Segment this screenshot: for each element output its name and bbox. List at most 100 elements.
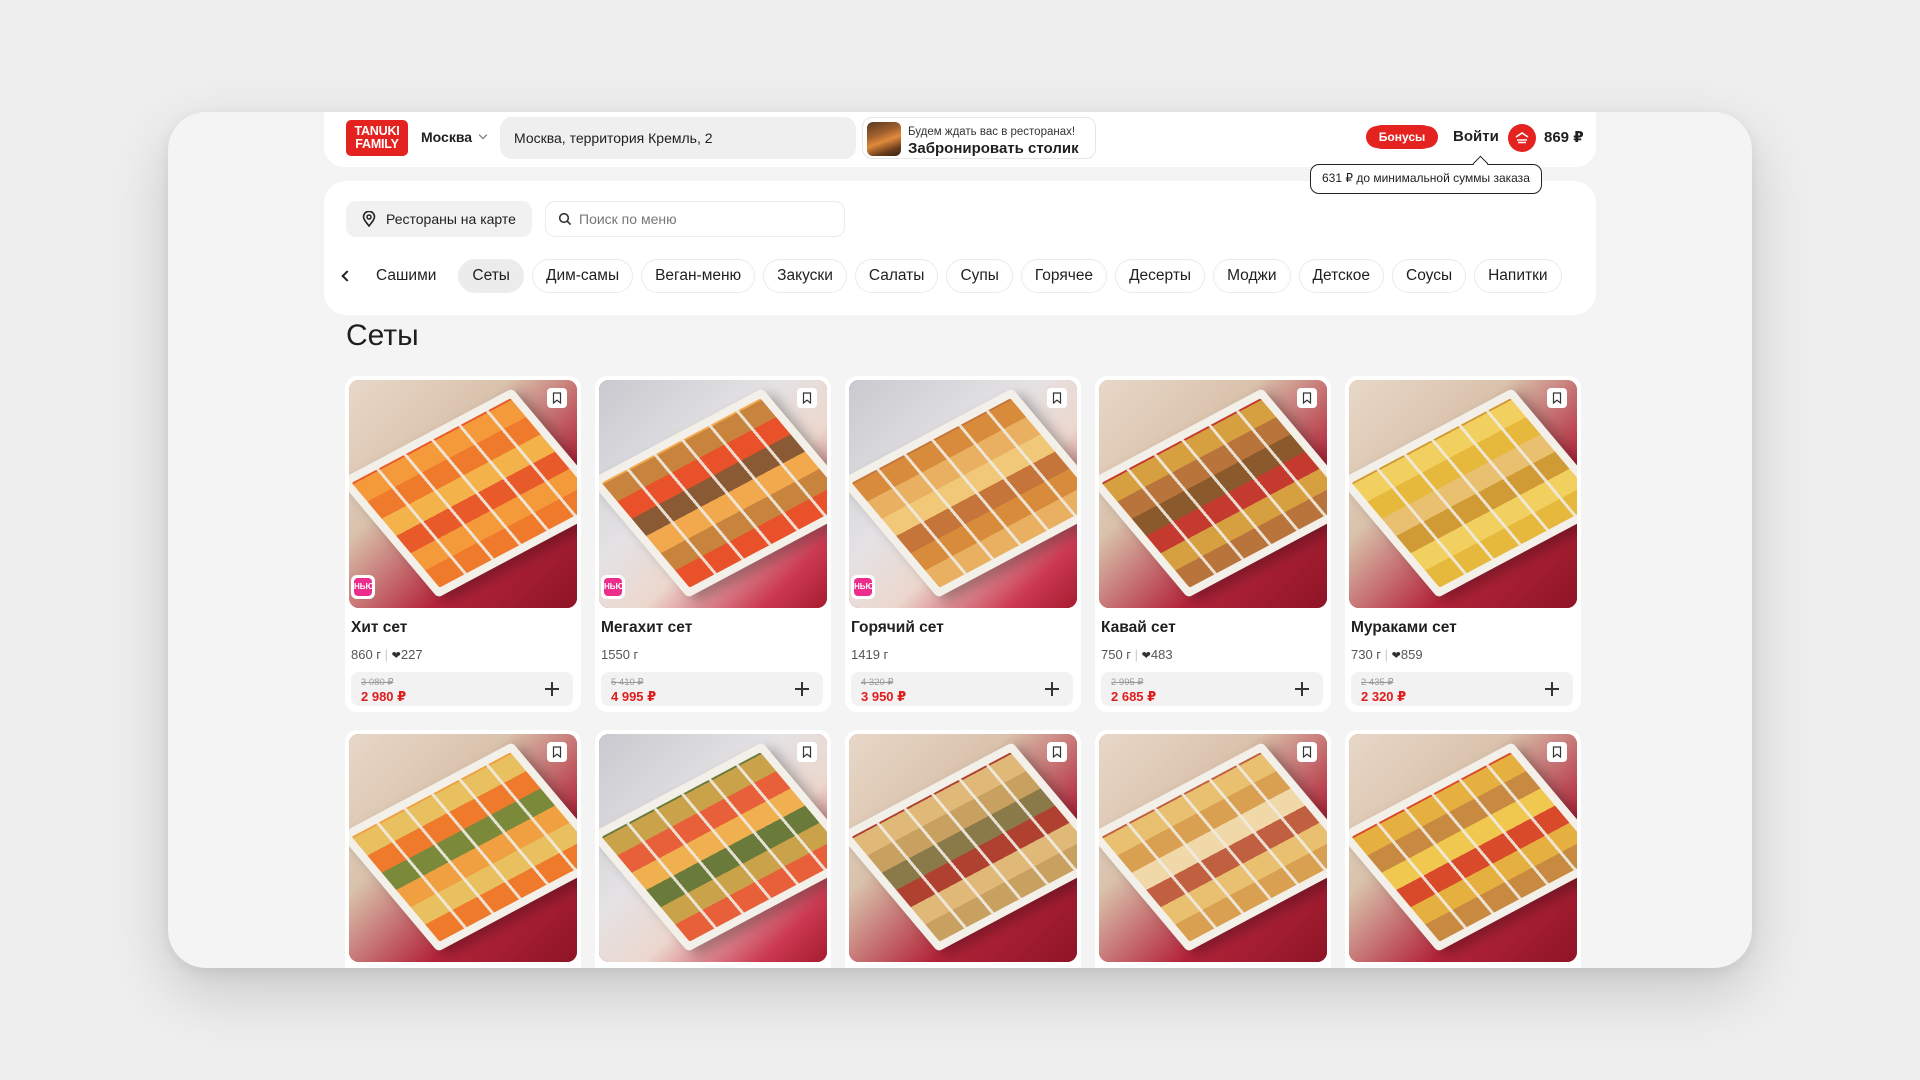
bookmark-icon[interactable]	[1047, 388, 1067, 408]
tab-category[interactable]: Сеты	[458, 259, 524, 293]
price-box[interactable]: 5 410 ₽4 995 ₽	[601, 672, 823, 706]
categories-back-button[interactable]	[332, 259, 358, 293]
tanuki-logo[interactable]: TANUKI FAMILY	[346, 120, 408, 156]
product-card[interactable]	[845, 730, 1081, 968]
product-name[interactable]: Мураками сет	[1351, 619, 1457, 637]
tab-category[interactable]: Закуски	[763, 259, 847, 293]
product-card[interactable]	[345, 730, 581, 968]
bookmark-icon[interactable]	[547, 388, 567, 408]
product-meta: 1550 г	[601, 647, 638, 662]
chevron-left-icon	[341, 270, 353, 282]
price-box[interactable]: 4 320 ₽3 950 ₽	[851, 672, 1073, 706]
product-card[interactable]	[1095, 730, 1331, 968]
price-box[interactable]: 2 995 ₽2 685 ₽	[1101, 672, 1323, 706]
product-photo[interactable]	[849, 734, 1077, 962]
add-to-cart-icon[interactable]	[1293, 680, 1311, 698]
product-card[interactable]: Мураками сет 730 г | ❤859 2 435 ₽2 320 ₽	[1345, 376, 1581, 712]
bookmark-icon[interactable]	[1297, 388, 1317, 408]
product-card[interactable]: Кавай сет 750 г | ❤483 2 995 ₽2 685 ₽	[1095, 376, 1331, 712]
product-photo[interactable]	[349, 734, 577, 962]
section-title: Сеты	[346, 319, 419, 352]
booking-subtitle: Будем ждать вас в ресторанах!	[908, 126, 1076, 138]
category-tabs: Сашими Сеты Дим-самы Веган-меню Закуски Салат…	[332, 259, 1570, 293]
new-badge-label: НЬЮ	[604, 578, 624, 596]
bookmark-icon[interactable]	[1547, 388, 1567, 408]
tab-category[interactable]: Детское	[1298, 259, 1384, 293]
cart-sum[interactable]: 869 ₽	[1544, 128, 1584, 146]
tab-category[interactable]: Салаты	[854, 259, 939, 293]
product-name[interactable]: Горячий сет	[851, 619, 944, 637]
product-photo[interactable]	[599, 734, 827, 962]
price-box[interactable]: 2 435 ₽2 320 ₽	[1351, 672, 1573, 706]
bookmark-icon[interactable]	[1297, 742, 1317, 762]
add-to-cart-icon[interactable]	[1543, 680, 1561, 698]
tab-category[interactable]: Десерты	[1115, 259, 1206, 293]
product-name[interactable]: Мегахит сет	[601, 619, 692, 637]
map-pin-icon	[362, 211, 376, 227]
product-photo[interactable]	[599, 380, 827, 608]
add-to-cart-icon[interactable]	[793, 680, 811, 698]
heart-icon: ❤	[1141, 650, 1151, 662]
tab-category[interactable]: Горячее	[1020, 259, 1108, 293]
product-name[interactable]: Хит сет	[351, 619, 407, 637]
product-card[interactable]: НЬЮ Хит сет 860 г | ❤227 3 080 ₽2 980 ₽	[345, 376, 581, 712]
bonus-button[interactable]: Бонусы	[1370, 125, 1434, 149]
product-photo[interactable]	[1349, 734, 1577, 962]
product-card[interactable]: НЬЮ Горячий сет 1419 г 4 320 ₽3 950 ₽	[845, 376, 1081, 712]
new-badge-label: НЬЮ	[854, 578, 874, 596]
browser-window: TANUKI FAMILY Москва Москва, территория …	[168, 112, 1752, 968]
product-card[interactable]	[595, 730, 831, 968]
login-button[interactable]: Войти	[1453, 128, 1499, 145]
current-price: 2 685 ₽	[1111, 689, 1157, 704]
old-price: 3 080 ₽	[361, 677, 394, 688]
delivery-address-field[interactable]: Москва, территория Кремль, 2	[500, 117, 856, 159]
tab-category[interactable]: Сашими	[362, 259, 450, 293]
tab-category[interactable]: Соусы	[1392, 259, 1467, 293]
bookmark-icon[interactable]	[547, 742, 567, 762]
bookmark-icon[interactable]	[1547, 742, 1567, 762]
tab-category[interactable]: Моджи	[1213, 259, 1291, 293]
menu-panel: Рестораны на карте СашимиСетыДим-самыВег…	[324, 181, 1596, 315]
chevron-down-icon	[478, 130, 488, 140]
product-weight: 750 г	[1101, 647, 1132, 662]
bookmark-icon[interactable]	[797, 388, 817, 408]
heart-icon: ❤	[1391, 650, 1401, 662]
product-name[interactable]: Кавай сет	[1101, 619, 1176, 637]
book-table-button[interactable]: Будем ждать вас в ресторанах! Заброниров…	[862, 117, 1096, 159]
product-photo[interactable]	[1349, 380, 1577, 608]
product-card[interactable]: НЬЮ Мегахит сет 1550 г 5 410 ₽4 995 ₽	[595, 376, 831, 712]
price-box[interactable]: 3 080 ₽2 980 ₽	[351, 672, 573, 706]
bookmark-icon[interactable]	[1047, 742, 1067, 762]
tab-category[interactable]: Супы	[946, 259, 1013, 293]
current-price: 2 980 ₽	[361, 689, 407, 704]
heart-icon: ❤	[391, 650, 401, 662]
restaurants-map-button[interactable]: Рестораны на карте	[346, 201, 532, 237]
product-photo[interactable]	[1099, 380, 1327, 608]
old-price: 4 320 ₽	[861, 677, 894, 688]
new-badge: НЬЮ	[601, 575, 625, 599]
search-input[interactable]	[579, 211, 819, 227]
restaurant-thumbnail	[867, 122, 901, 156]
tab-category[interactable]: Дим-самы	[531, 259, 634, 293]
bonus-label: Бонусы	[1378, 130, 1426, 144]
product-photo[interactable]	[1099, 734, 1327, 962]
add-to-cart-icon[interactable]	[1043, 680, 1061, 698]
menu-search[interactable]	[545, 201, 845, 237]
product-photo[interactable]	[849, 380, 1077, 608]
add-to-cart-icon[interactable]	[543, 680, 561, 698]
tab-category[interactable]: Напитки	[1474, 259, 1562, 293]
product-weight: 730 г	[1351, 647, 1382, 662]
product-card[interactable]	[1345, 730, 1581, 968]
new-badge: НЬЮ	[351, 575, 375, 599]
tab-category[interactable]: Веган-меню	[641, 259, 756, 293]
product-photo[interactable]	[349, 380, 577, 608]
product-weight: 860 г	[351, 647, 382, 662]
product-meta: 730 г | ❤859	[1351, 647, 1423, 662]
cart-icon[interactable]	[1508, 124, 1536, 152]
bookmark-icon[interactable]	[797, 742, 817, 762]
meta-separator: |	[1131, 647, 1142, 662]
city-selector[interactable]: Москва	[421, 129, 488, 145]
address-text: Москва, территория Кремль, 2	[514, 130, 713, 146]
meta-separator: |	[381, 647, 392, 662]
city-label: Москва	[421, 129, 473, 145]
